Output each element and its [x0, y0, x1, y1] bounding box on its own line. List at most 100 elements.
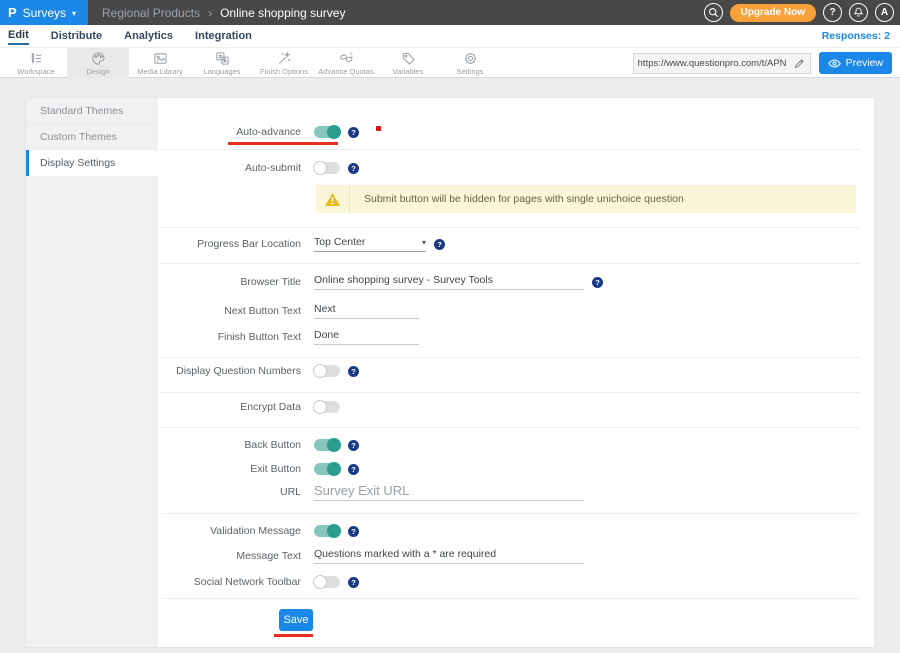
- auto-submit-label: Auto-submit: [158, 162, 301, 174]
- search-icon: [708, 7, 719, 18]
- brand-label: Surveys: [23, 6, 66, 20]
- sidebar-item-display-settings[interactable]: Display Settings: [26, 150, 158, 176]
- exit-url-label: URL: [158, 486, 301, 498]
- pencil-icon: [794, 58, 805, 69]
- tab-integration[interactable]: Integration: [195, 28, 252, 44]
- chain-links-icon: [339, 51, 354, 66]
- sidebar-item-custom-themes[interactable]: Custom Themes: [26, 124, 158, 150]
- image-icon: [153, 51, 168, 66]
- display-question-numbers-toggle[interactable]: [314, 365, 340, 377]
- divider: [161, 392, 860, 393]
- back-button-label: Back Button: [158, 439, 301, 451]
- annotation-underline-save: [274, 634, 313, 637]
- toolbar-item-media-library[interactable]: Media Library: [129, 48, 191, 78]
- toolbar-item-design[interactable]: Design: [67, 48, 129, 78]
- progress-bar-location-value: Top Center: [314, 236, 365, 248]
- survey-url-box: [633, 53, 811, 74]
- design-sidebar: Standard Themes Custom Themes Display Se…: [26, 98, 158, 647]
- next-button-text-input[interactable]: [314, 303, 419, 319]
- preview-button[interactable]: Preview: [819, 52, 892, 74]
- browser-title-help-icon[interactable]: ?: [592, 277, 603, 288]
- workspace-icon: [29, 51, 44, 66]
- divider: [161, 513, 860, 514]
- header-actions: Upgrade Now ? A: [704, 3, 894, 22]
- gear-icon: [463, 51, 478, 66]
- help-button[interactable]: ?: [823, 3, 842, 22]
- progress-bar-location-select[interactable]: Top Center ▾: [314, 236, 426, 252]
- breadcrumb-parent[interactable]: Regional Products: [102, 6, 200, 20]
- encrypt-data-toggle[interactable]: [314, 401, 340, 413]
- toolbar-item-workspace[interactable]: Workspace: [5, 48, 67, 78]
- back-button-help-icon[interactable]: ?: [348, 440, 359, 451]
- next-button-text-row: Next Button Text: [158, 302, 419, 320]
- display-question-numbers-help-icon[interactable]: ?: [348, 366, 359, 377]
- translate-icon: [215, 51, 230, 66]
- avatar[interactable]: A: [875, 3, 894, 22]
- notifications-button[interactable]: [849, 3, 868, 22]
- auto-submit-toggle[interactable]: [314, 162, 340, 174]
- browser-title-label: Browser Title: [158, 276, 301, 288]
- back-button-toggle[interactable]: [314, 439, 340, 451]
- annotation-red-dot: [376, 126, 381, 131]
- bell-icon: [853, 7, 864, 18]
- display-settings-content: Auto-advance ? Auto-submit ?: [158, 98, 874, 647]
- divider: [161, 227, 860, 228]
- toolbar-item-finish-options[interactable]: Finish Options: [253, 48, 315, 78]
- breadcrumb-current: Online shopping survey: [220, 6, 345, 20]
- message-text-input[interactable]: [314, 548, 584, 564]
- survey-tabs: Edit Distribute Analytics Integration Re…: [0, 25, 900, 48]
- validation-message-help-icon[interactable]: ?: [348, 526, 359, 537]
- search-button[interactable]: [704, 3, 723, 22]
- page-body: Standard Themes Custom Themes Display Se…: [0, 78, 900, 653]
- browser-title-row: Browser Title ?: [158, 273, 603, 291]
- responses-count[interactable]: Responses: 2: [822, 30, 890, 42]
- app-root: P Surveys ▾ Regional Products › Online s…: [0, 0, 900, 653]
- design-panel: Standard Themes Custom Themes Display Se…: [25, 97, 875, 648]
- divider: [161, 263, 860, 264]
- edit-url-button[interactable]: [790, 54, 810, 73]
- toolbar-item-languages[interactable]: Languages: [191, 48, 253, 78]
- divider: [161, 357, 860, 358]
- chevron-down-icon: ▾: [72, 9, 76, 18]
- finish-button-text-input[interactable]: [314, 329, 419, 345]
- exit-button-help-icon[interactable]: ?: [348, 464, 359, 475]
- magic-wand-icon: [277, 51, 292, 66]
- finish-button-text-label: Finish Button Text: [158, 331, 301, 343]
- toolbar-item-advance-quotas[interactable]: Advance Quotas: [315, 48, 377, 78]
- breadcrumb: Regional Products › Online shopping surv…: [102, 6, 345, 20]
- exit-url-row: URL: [158, 482, 584, 502]
- tab-edit[interactable]: Edit: [8, 27, 29, 45]
- toolbar-item-variables[interactable]: Variables: [377, 48, 439, 78]
- encrypt-data-label: Encrypt Data: [158, 401, 301, 413]
- toolbar-right: Preview: [633, 52, 892, 74]
- exit-url-input[interactable]: [314, 483, 584, 501]
- exit-button-row: Exit Button ?: [158, 460, 359, 478]
- annotation-underline-auto-advance: [228, 142, 338, 145]
- warning-banner: Submit button will be hidden for pages w…: [316, 185, 856, 213]
- sidebar-item-standard-themes[interactable]: Standard Themes: [26, 98, 158, 124]
- progress-bar-location-row: Progress Bar Location Top Center ▾ ?: [158, 235, 445, 253]
- auto-advance-toggle[interactable]: [314, 126, 340, 138]
- social-network-toolbar-row: Social Network Toolbar ?: [158, 573, 359, 591]
- social-network-toolbar-toggle[interactable]: [314, 576, 340, 588]
- social-network-toolbar-help-icon[interactable]: ?: [348, 577, 359, 588]
- progress-bar-help-icon[interactable]: ?: [434, 239, 445, 250]
- eye-icon: [828, 59, 841, 68]
- display-question-numbers-label: Display Question Numbers: [158, 365, 301, 377]
- save-button[interactable]: Save: [279, 609, 313, 631]
- browser-title-input[interactable]: [314, 274, 584, 290]
- upgrade-now-button[interactable]: Upgrade Now: [730, 4, 816, 22]
- tab-analytics[interactable]: Analytics: [124, 28, 173, 44]
- survey-url-input[interactable]: [634, 58, 790, 69]
- surveys-menu[interactable]: P Surveys ▾: [0, 0, 88, 25]
- auto-advance-help-icon[interactable]: ?: [348, 127, 359, 138]
- select-caret-icon: ▾: [422, 238, 426, 247]
- validation-message-toggle[interactable]: [314, 525, 340, 537]
- tab-distribute[interactable]: Distribute: [51, 28, 102, 44]
- finish-button-text-row: Finish Button Text: [158, 328, 419, 346]
- toolbar-item-settings[interactable]: Settings: [439, 48, 501, 78]
- warning-text: Submit button will be hidden for pages w…: [350, 193, 684, 205]
- exit-button-toggle[interactable]: [314, 463, 340, 475]
- auto-submit-help-icon[interactable]: ?: [348, 163, 359, 174]
- validation-message-row: Validation Message ?: [158, 522, 359, 540]
